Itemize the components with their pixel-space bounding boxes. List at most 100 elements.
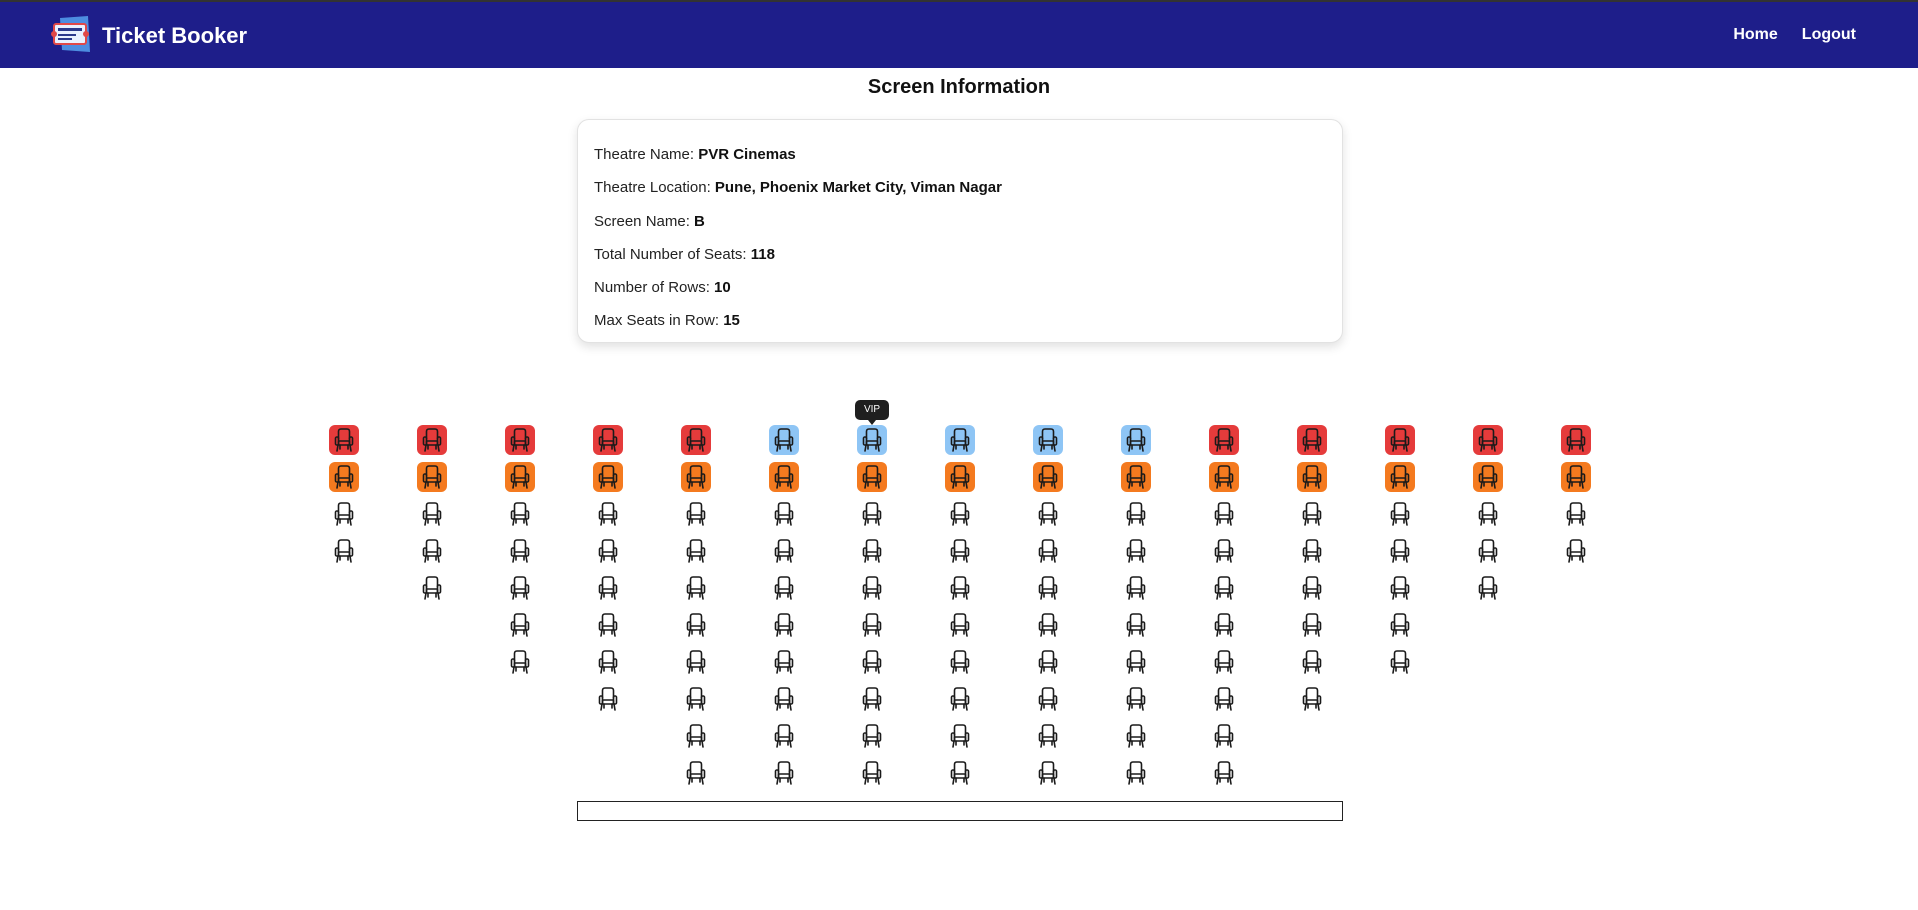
red-seat[interactable] — [505, 425, 535, 455]
seat[interactable] — [769, 684, 799, 714]
seat[interactable] — [505, 573, 535, 603]
seat[interactable] — [857, 610, 887, 640]
seat[interactable] — [505, 536, 535, 566]
seat[interactable] — [945, 721, 975, 751]
seat[interactable] — [945, 573, 975, 603]
seat[interactable] — [1209, 721, 1239, 751]
red-seat[interactable] — [329, 425, 359, 455]
seat[interactable] — [769, 610, 799, 640]
seat[interactable] — [593, 610, 623, 640]
seat[interactable] — [857, 758, 887, 788]
seat[interactable] — [329, 536, 359, 566]
seat[interactable] — [1033, 536, 1063, 566]
seat[interactable] — [1561, 536, 1591, 566]
seat[interactable] — [769, 647, 799, 677]
seat[interactable] — [681, 499, 711, 529]
seat[interactable] — [1033, 684, 1063, 714]
orange-seat[interactable] — [1033, 462, 1063, 492]
orange-seat[interactable] — [1385, 462, 1415, 492]
seat[interactable] — [417, 573, 447, 603]
seat[interactable] — [1297, 536, 1327, 566]
seat[interactable] — [769, 499, 799, 529]
seat[interactable] — [1297, 610, 1327, 640]
seat[interactable] — [1297, 573, 1327, 603]
seat[interactable] — [1385, 536, 1415, 566]
orange-seat[interactable] — [505, 462, 535, 492]
red-seat[interactable] — [1385, 425, 1415, 455]
red-seat[interactable] — [1473, 425, 1503, 455]
orange-seat[interactable] — [1297, 462, 1327, 492]
seat[interactable] — [1033, 647, 1063, 677]
seat[interactable] — [505, 647, 535, 677]
seat[interactable] — [1033, 499, 1063, 529]
seat[interactable] — [1385, 499, 1415, 529]
seat[interactable] — [417, 536, 447, 566]
orange-seat[interactable] — [329, 462, 359, 492]
seat[interactable] — [769, 758, 799, 788]
seat[interactable] — [1297, 684, 1327, 714]
orange-seat[interactable] — [945, 462, 975, 492]
seat[interactable] — [1033, 573, 1063, 603]
seat[interactable] — [857, 721, 887, 751]
red-seat[interactable] — [1297, 425, 1327, 455]
seat[interactable] — [1209, 684, 1239, 714]
seat[interactable] — [505, 610, 535, 640]
orange-seat[interactable] — [1473, 462, 1503, 492]
seat[interactable] — [1297, 647, 1327, 677]
vip-seat[interactable] — [945, 425, 975, 455]
nav-home-link[interactable]: Home — [1733, 26, 1777, 44]
seat[interactable] — [681, 684, 711, 714]
red-seat[interactable] — [593, 425, 623, 455]
seat[interactable] — [857, 684, 887, 714]
seat[interactable] — [417, 499, 447, 529]
seat[interactable] — [857, 647, 887, 677]
seat[interactable] — [1297, 499, 1327, 529]
seat[interactable] — [1473, 573, 1503, 603]
seat[interactable] — [505, 499, 535, 529]
seat[interactable] — [945, 536, 975, 566]
seat[interactable] — [945, 610, 975, 640]
red-seat[interactable] — [1561, 425, 1591, 455]
seat[interactable] — [681, 536, 711, 566]
seat[interactable] — [1121, 573, 1151, 603]
seat[interactable] — [1209, 610, 1239, 640]
seat[interactable] — [1209, 536, 1239, 566]
vip-seat[interactable] — [1121, 425, 1151, 455]
orange-seat[interactable] — [857, 462, 887, 492]
red-seat[interactable] — [681, 425, 711, 455]
seat[interactable] — [1121, 721, 1151, 751]
seat[interactable] — [593, 536, 623, 566]
orange-seat[interactable] — [1209, 462, 1239, 492]
seat[interactable] — [1121, 536, 1151, 566]
seat[interactable] — [681, 573, 711, 603]
red-seat[interactable] — [417, 425, 447, 455]
seat[interactable] — [769, 536, 799, 566]
seat[interactable] — [1385, 647, 1415, 677]
seat[interactable] — [593, 573, 623, 603]
vip-seat[interactable] — [769, 425, 799, 455]
seat[interactable] — [945, 499, 975, 529]
nav-logout-link[interactable]: Logout — [1802, 26, 1856, 44]
vip-seat[interactable] — [857, 425, 887, 455]
seat[interactable] — [1473, 536, 1503, 566]
orange-seat[interactable] — [417, 462, 447, 492]
seat[interactable] — [945, 758, 975, 788]
seat[interactable] — [593, 499, 623, 529]
orange-seat[interactable] — [1121, 462, 1151, 492]
seat[interactable] — [1473, 499, 1503, 529]
brand[interactable]: Ticket Booker — [50, 15, 247, 56]
seat[interactable] — [1121, 610, 1151, 640]
orange-seat[interactable] — [769, 462, 799, 492]
seat[interactable] — [1209, 758, 1239, 788]
seat[interactable] — [1033, 610, 1063, 640]
red-seat[interactable] — [1209, 425, 1239, 455]
seat[interactable] — [329, 499, 359, 529]
seat[interactable] — [1033, 721, 1063, 751]
orange-seat[interactable] — [593, 462, 623, 492]
seat[interactable] — [681, 758, 711, 788]
seat[interactable] — [681, 647, 711, 677]
seat[interactable] — [769, 721, 799, 751]
orange-seat[interactable] — [681, 462, 711, 492]
seat[interactable] — [681, 610, 711, 640]
seat[interactable] — [593, 647, 623, 677]
